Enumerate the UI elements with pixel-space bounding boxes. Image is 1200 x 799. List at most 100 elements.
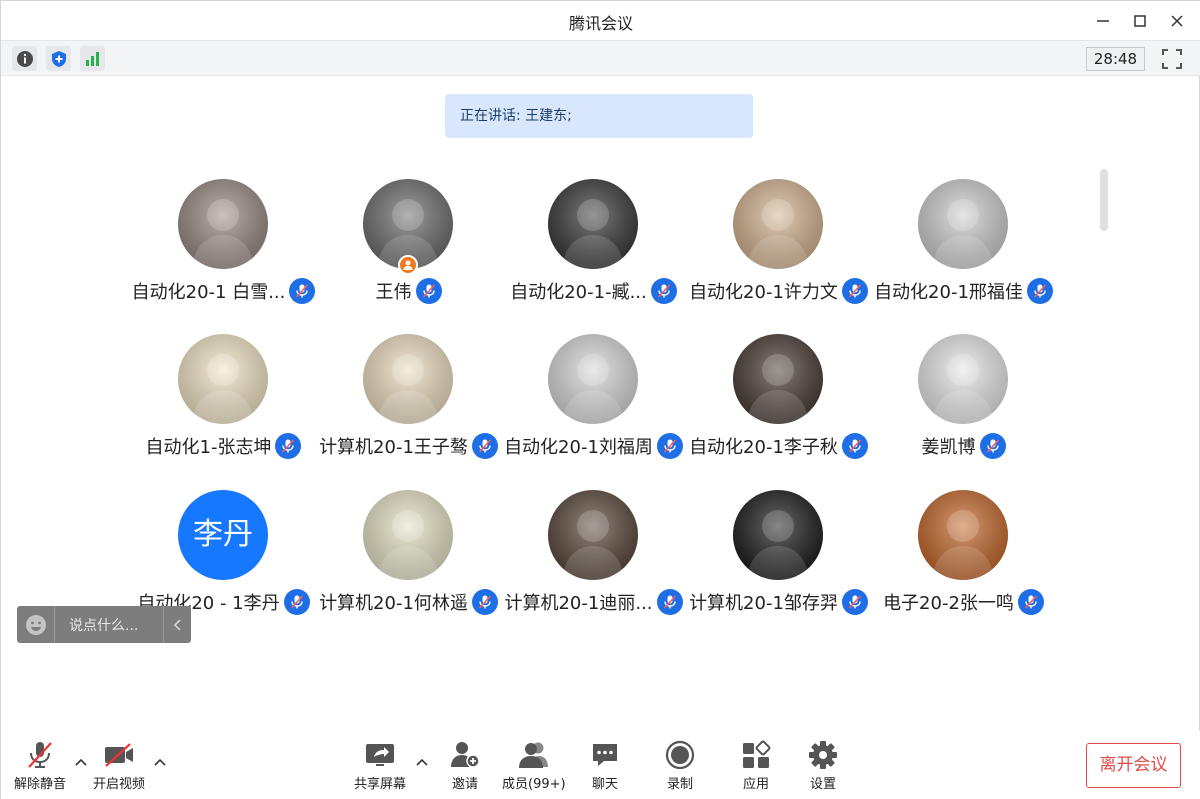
participant-avatar xyxy=(548,179,638,269)
speaking-indicator: 正在讲话: 王建东; xyxy=(445,94,753,138)
participant-name: 计算机20-1王子骜 xyxy=(319,437,468,458)
apps-icon xyxy=(743,740,771,768)
chevron-up-icon xyxy=(154,758,166,766)
leave-meeting-button[interactable]: 离开会议 xyxy=(1086,743,1181,788)
apps-label: 应用 xyxy=(742,777,769,792)
meeting-window: 腾讯会议 28:48 正在讲话: 王建东; 自动化20-1 白雪... 王伟 自… xyxy=(0,0,1200,799)
emoji-icon xyxy=(25,614,46,635)
participant-name: 姜凯博 xyxy=(921,437,976,458)
participant-name-row: 自动化20-1刘福周 xyxy=(491,432,696,460)
participant-tile[interactable]: 计算机20-1邹存羿 xyxy=(686,490,871,630)
avatar-photo xyxy=(918,490,1008,580)
fullscreen-icon xyxy=(1162,49,1182,69)
participant-name: 电子20-2张一鸣 xyxy=(883,593,1014,614)
participant-tile[interactable]: 计算机20-1迪丽... xyxy=(501,490,686,630)
speaking-label: 正在讲话: xyxy=(460,108,526,124)
participant-name-row: 电子20-2张一鸣 xyxy=(861,588,1066,616)
video-options-caret[interactable] xyxy=(153,755,167,769)
participant-tile[interactable]: 自动化20-1李子秋 xyxy=(686,334,871,474)
unmute-button[interactable]: 解除静音 xyxy=(14,739,66,792)
signal-bars-icon xyxy=(85,51,99,66)
participant-tile[interactable]: 自动化20-1邢福佳 xyxy=(871,179,1056,319)
participant-name-row: 姜凯博 xyxy=(861,432,1066,460)
maximize-button[interactable] xyxy=(1128,9,1152,33)
meeting-info-button[interactable] xyxy=(12,46,37,71)
chat-input[interactable]: 说点什么... xyxy=(17,606,191,643)
share-screen-button[interactable]: 共享屏幕 xyxy=(354,739,406,792)
share-screen-icon xyxy=(366,744,394,766)
microphone-muted-icon xyxy=(282,439,295,453)
members-button[interactable]: 成员(99+) xyxy=(502,739,566,792)
participant-tile[interactable]: 计算机20-1王子骜 xyxy=(316,334,501,474)
participant-name-row: 计算机20-1何林遥 xyxy=(306,588,511,616)
avatar-photo xyxy=(548,334,638,424)
apps-button[interactable]: 应用 xyxy=(740,739,772,792)
emoji-button[interactable] xyxy=(17,606,55,643)
participant-name: 自动化20-1许力文 xyxy=(689,282,838,303)
microphone-muted-icon xyxy=(28,742,52,768)
participant-avatar xyxy=(733,334,823,424)
muted-mic-icon xyxy=(1026,278,1053,304)
start-video-label: 开启视频 xyxy=(93,777,146,792)
participant-avatar xyxy=(918,334,1008,424)
participant-avatar xyxy=(363,334,453,424)
gear-icon xyxy=(809,741,837,769)
meeting-timer: 28:48 xyxy=(1086,47,1145,71)
participant-tile[interactable]: 电子20-2张一鸣 xyxy=(871,490,1056,630)
share-screen-label: 共享屏幕 xyxy=(354,777,407,792)
microphone-muted-icon xyxy=(422,284,435,298)
participant-tile[interactable]: 自动化20-1 白雪... xyxy=(131,179,316,319)
avatar-photo xyxy=(733,490,823,580)
avatar-photo xyxy=(548,179,638,269)
avatar-photo xyxy=(363,490,453,580)
participant-tile[interactable]: 姜凯博 xyxy=(871,334,1056,474)
chevron-up-icon xyxy=(75,758,87,766)
participant-avatar xyxy=(548,490,638,580)
share-options-caret[interactable] xyxy=(415,755,429,769)
chevron-up-icon xyxy=(416,758,428,766)
add-user-icon xyxy=(451,742,480,768)
participant-tile[interactable]: 自动化20-1许力文 xyxy=(686,179,871,319)
speaking-name: 王建东; xyxy=(525,108,572,124)
minimize-icon xyxy=(1097,20,1109,22)
microphone-muted-icon xyxy=(986,439,999,453)
participant-tile[interactable]: 自动化1-张志坤 xyxy=(131,334,316,474)
chat-collapse-button[interactable] xyxy=(163,606,191,643)
record-icon xyxy=(665,740,695,770)
participant-avatar xyxy=(178,179,268,269)
avatar-photo xyxy=(363,334,453,424)
settings-label: 设置 xyxy=(809,777,836,792)
network-quality-button[interactable] xyxy=(80,46,105,71)
avatar-photo xyxy=(178,334,268,424)
info-icon xyxy=(16,50,33,67)
fullscreen-button[interactable] xyxy=(1160,47,1184,71)
grid-scrollbar[interactable] xyxy=(1100,169,1108,231)
start-video-button[interactable]: 开启视频 xyxy=(93,739,145,792)
participant-avatar xyxy=(178,334,268,424)
invite-label: 邀请 xyxy=(451,777,478,792)
participant-avatar xyxy=(918,179,1008,269)
minimize-button[interactable] xyxy=(1091,9,1115,33)
settings-button[interactable]: 设置 xyxy=(807,739,839,792)
close-button[interactable] xyxy=(1165,9,1189,33)
participant-tile[interactable]: 自动化20-1-臧... xyxy=(501,179,686,319)
chat-button[interactable]: 聊天 xyxy=(589,739,621,792)
participant-avatar xyxy=(733,179,823,269)
participant-name: 计算机20-1迪丽... xyxy=(504,593,653,614)
participant-name: 自动化20-1刘福周 xyxy=(504,437,653,458)
participant-tile[interactable]: 王伟 xyxy=(316,179,501,319)
audio-options-caret[interactable] xyxy=(74,755,88,769)
chat-placeholder: 说点什么... xyxy=(69,617,139,634)
participant-name: 自动化20-1 白雪... xyxy=(131,282,286,303)
participant-tile[interactable]: 自动化20-1刘福周 xyxy=(501,334,686,474)
participant-tile[interactable]: 计算机20-1何林遥 xyxy=(316,490,501,630)
title-bar: 腾讯会议 xyxy=(1,1,1200,40)
security-button[interactable] xyxy=(46,46,71,71)
record-button[interactable]: 录制 xyxy=(664,739,696,792)
window-title: 腾讯会议 xyxy=(568,14,633,33)
invite-button[interactable]: 邀请 xyxy=(449,739,481,792)
chat-bubble-icon xyxy=(593,744,617,766)
avatar-photo xyxy=(918,179,1008,269)
participant-name-row: 自动化20-1邢福佳 xyxy=(861,277,1066,305)
participant-name: 计算机20-1何林遥 xyxy=(319,593,468,614)
